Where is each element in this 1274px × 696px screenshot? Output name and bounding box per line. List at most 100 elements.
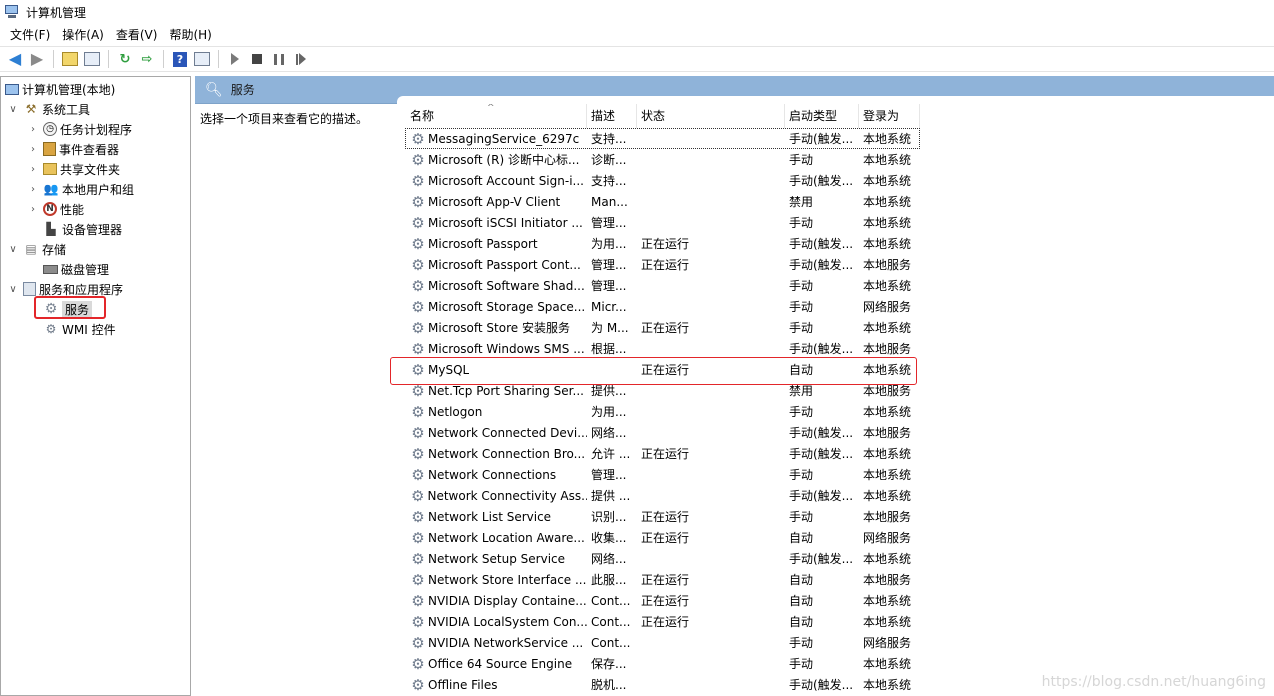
table-row[interactable]: ⚙ Microsoft iSCSI Initiator ... 管理... 手动 本地系… (405, 212, 920, 233)
service-name-cell: ⚙ Microsoft iSCSI Initiator ... (405, 214, 587, 232)
back-arrow-icon[interactable]: ◀ (6, 50, 24, 68)
service-logon-as: 网络服务 (863, 531, 912, 545)
chevron-right-icon[interactable]: › (27, 164, 39, 175)
table-row[interactable]: ⚙ Microsoft Storage Space... Micr... 手动 网络服务 (405, 296, 920, 317)
properties-icon[interactable] (193, 50, 211, 68)
tree-item-label: 本地用户和组 (62, 182, 135, 197)
chevron-right-icon[interactable]: › (27, 204, 39, 215)
table-row[interactable]: ⚙ Network Connected Devi... 网络... 手动(触发... 本… (405, 422, 920, 443)
table-row[interactable]: ⚙ Microsoft Passport 为用... 正在运行 手动(触发... 本地系统 (405, 233, 920, 254)
tree-item-label: 任务计划程序 (60, 122, 133, 137)
table-row[interactable]: ⚙ Microsoft Account Sign-i... 支持... 手动(触发..… (405, 170, 920, 191)
service-logon-as: 本地系统 (863, 279, 912, 293)
service-name-cell: ⚙ Offline Files (405, 676, 587, 694)
service-logon-as: 本地系统 (863, 615, 912, 629)
service-logon-as: 本地服务 (863, 573, 912, 587)
column-header-startup[interactable]: 启动类型 (785, 104, 859, 128)
tree-item-system-tools[interactable]: ∨ ⚒ 系统工具 (7, 99, 90, 119)
gear-icon: ⚙ (411, 654, 425, 673)
tree-item-label: 共享文件夹 (60, 162, 121, 177)
menu-help[interactable]: 帮助(H) (163, 25, 217, 45)
table-row[interactable]: ⚙ NVIDIA NetworkService ... Cont... 手动 网络服务 (405, 632, 920, 653)
tree-item-disk-management[interactable]: 磁盘管理 (43, 259, 109, 279)
table-row[interactable]: ⚙ NVIDIA LocalSystem Con... Cont... 正在运行 自动 本… (405, 611, 920, 632)
table-row[interactable]: ⚙ Network List Service 识别... 正在运行 手动 本地服务 (405, 506, 920, 527)
table-row[interactable]: ⚙ Network Connectivity Ass... 提供 ... 手动(触发.… (405, 485, 920, 506)
gear-icon: ⚙ (411, 402, 425, 421)
gear-icon: ⚙ (411, 675, 425, 694)
table-row[interactable]: ⚙ Network Connections 管理... 手动 本地系统 (405, 464, 920, 485)
navigation-tree: 计算机管理(本地) ∨ ⚒ 系统工具 › ◷ 任务计划程序 › 事件查看器 › … (0, 76, 191, 696)
chevron-right-icon[interactable]: › (27, 144, 39, 155)
tree-item-root[interactable]: 计算机管理(本地) (5, 79, 115, 99)
table-row[interactable]: ⚙ Office 64 Source Engine 保存... 手动 本地系统 (405, 653, 920, 674)
menu-view[interactable]: 查看(V) (110, 25, 164, 45)
table-row[interactable]: ⚙ Offline Files 脱机... 手动(触发... 本地系统 (405, 674, 920, 695)
service-name-cell: ⚙ Network Connections (405, 466, 587, 484)
service-name: Network Connections (428, 467, 557, 482)
column-header-label: 启动类型 (789, 109, 838, 123)
table-row[interactable]: ⚙ Network Store Interface ... 此服... 正在运行 自动 本… (405, 569, 920, 590)
service-logon-as: 本地系统 (863, 552, 912, 566)
chevron-down-icon[interactable]: ∨ (7, 284, 19, 295)
refresh-icon[interactable]: ↻ (116, 50, 134, 68)
service-status: 正在运行 (641, 258, 690, 272)
title-bar: 计算机管理 (0, 0, 1274, 24)
tree-item-performance[interactable]: › N 性能 (27, 199, 84, 219)
tree-item-storage[interactable]: ∨ ▤ 存储 (7, 239, 66, 259)
service-status: 正在运行 (641, 321, 690, 335)
export-list-icon[interactable]: ⇨ (138, 50, 156, 68)
tree-item-device-manager[interactable]: ▙ 设备管理器 (43, 219, 122, 239)
service-startup-type: 手动 (789, 321, 814, 335)
chevron-right-icon[interactable]: › (27, 124, 39, 135)
column-header-name[interactable]: ^ 名称 (405, 104, 587, 128)
tree-item-shared-folders[interactable]: › 共享文件夹 (27, 159, 120, 179)
table-row[interactable]: ⚙ Microsoft Windows SMS ... 根据... 手动(触发... 本… (405, 338, 920, 359)
tree-item-wmi[interactable]: ⚙ WMI 控件 (43, 319, 116, 339)
table-row[interactable]: ⚙ Netlogon 为用... 手动 本地系统 (405, 401, 920, 422)
column-header-logon[interactable]: 登录为 (859, 104, 920, 128)
tree-item-event-viewer[interactable]: › 事件查看器 (27, 139, 119, 159)
service-description: 提供 ... (591, 489, 631, 503)
help-icon[interactable]: ? (171, 50, 189, 68)
mysql-highlight-box (390, 357, 917, 385)
service-name: Network Connection Bro... (428, 446, 586, 461)
column-header-status[interactable]: 状态 (637, 104, 785, 128)
table-row[interactable]: ⚙ Microsoft App-V Client Man... 禁用 本地系统 (405, 191, 920, 212)
service-logon-as: 本地系统 (863, 195, 912, 209)
service-description: 诊断... (591, 153, 627, 167)
table-row[interactable]: ⚙ Network Location Aware... 收集... 正在运行 自动 网络服… (405, 527, 920, 548)
tree-item-local-users[interactable]: › 👥 本地用户和组 (27, 179, 134, 199)
chevron-right-icon[interactable]: › (27, 184, 39, 195)
service-startup-type: 手动 (789, 636, 814, 650)
tree-item-task-scheduler[interactable]: › ◷ 任务计划程序 (27, 119, 132, 139)
menu-action[interactable]: 操作(A) (56, 25, 110, 45)
show-hide-tree-icon[interactable] (83, 50, 101, 68)
service-name-cell: ⚙ NVIDIA NetworkService ... (405, 634, 587, 652)
stop-service-icon[interactable] (248, 50, 266, 68)
table-row[interactable]: ⚙ Network Connection Bro... 允许 ... 正在运行 手动(触… (405, 443, 920, 464)
resume-service-icon[interactable] (292, 50, 310, 68)
service-description: 为 M... (591, 321, 629, 335)
service-logon-as: 本地系统 (863, 405, 912, 419)
service-name-cell: ⚙ Network Setup Service (405, 550, 587, 568)
forward-arrow-icon[interactable]: ▶ (28, 50, 46, 68)
table-row[interactable]: ⚙ Network Setup Service 网络... 手动(触发... 本地系统 (405, 548, 920, 569)
gear-icon: ⚙ (411, 465, 425, 484)
service-logon-as: 本地系统 (863, 657, 912, 671)
pause-service-icon[interactable] (270, 50, 288, 68)
table-row[interactable]: ⚙ NVIDIA Display Containe... Cont... 正在运行 自动… (405, 590, 920, 611)
chevron-down-icon[interactable]: ∨ (7, 104, 19, 115)
table-row[interactable]: ⚙ Microsoft (R) 诊断中心标... 诊断... 手动 本地系统 (405, 149, 920, 170)
column-header-desc[interactable]: 描述 (587, 104, 637, 128)
table-row[interactable]: ⚙ Microsoft Software Shad... 管理... 手动 本地系统 (405, 275, 920, 296)
up-folder-icon[interactable] (61, 50, 79, 68)
chevron-down-icon[interactable]: ∨ (7, 244, 19, 255)
menu-file[interactable]: 文件(F) (4, 25, 56, 45)
table-row[interactable]: ⚙ MessagingService_6297c 支持... 手动(触发... 本地系统 (405, 128, 920, 149)
service-description: 网络... (591, 552, 627, 566)
table-row[interactable]: ⚙ Microsoft Passport Cont... 管理... 正在运行 手动(触… (405, 254, 920, 275)
disk-icon (43, 264, 58, 274)
start-service-icon[interactable] (226, 50, 244, 68)
table-row[interactable]: ⚙ Microsoft Store 安装服务为 M... 正在运行 手动 本地系统 (405, 317, 920, 338)
